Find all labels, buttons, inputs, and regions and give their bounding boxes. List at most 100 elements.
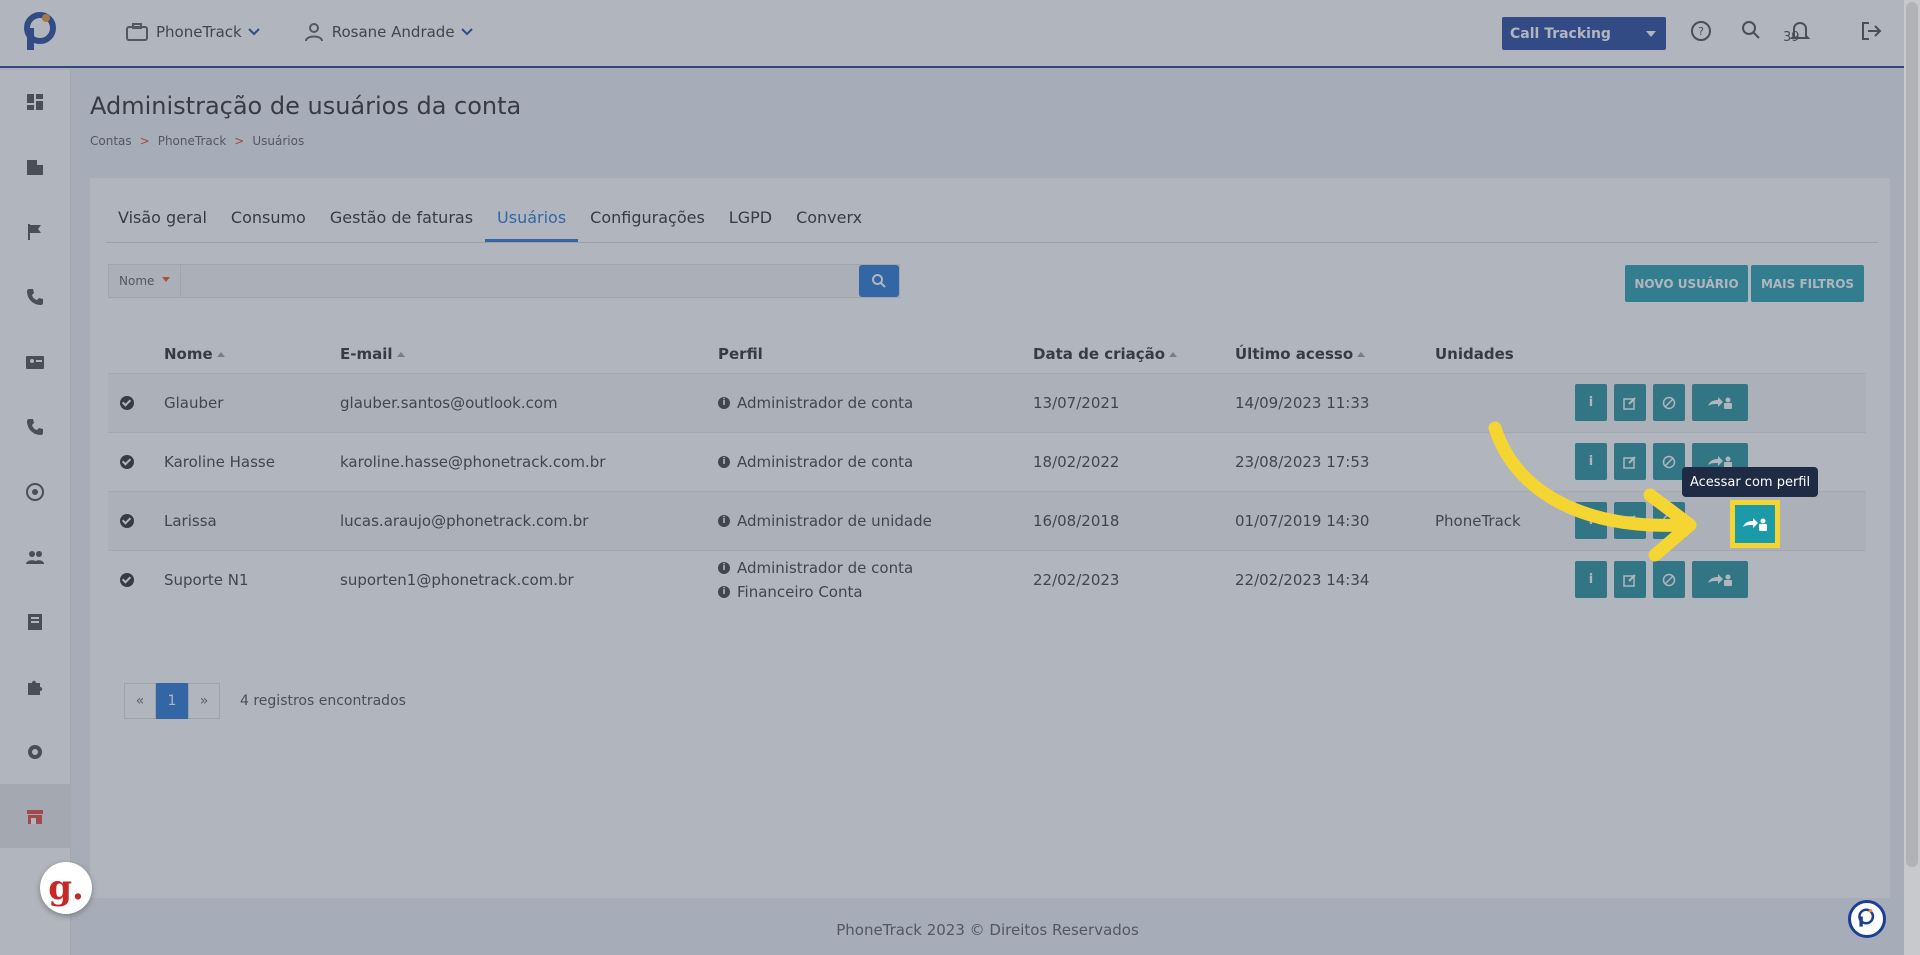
block-icon: [1662, 396, 1676, 409]
store-icon[interactable]: [25, 807, 45, 827]
column-header-perfil: Perfil: [718, 335, 1033, 373]
breadcrumb-item-phonetrack[interactable]: PhoneTrack: [158, 134, 227, 148]
profile-label: Financeiro Conta: [737, 582, 863, 601]
tabs-divider: [106, 242, 1878, 243]
tab-visao-geral[interactable]: Visão geral: [106, 200, 219, 242]
phone-icon[interactable]: [25, 287, 45, 307]
user-name: Suporte N1: [164, 549, 340, 609]
phonetrack-logo[interactable]: [22, 12, 58, 52]
breadcrumb-separator: >: [234, 134, 245, 148]
info-icon[interactable]: i: [718, 397, 730, 409]
flag-icon[interactable]: [25, 222, 45, 242]
info-button[interactable]: i: [1575, 384, 1607, 421]
tab-consumo[interactable]: Consumo: [219, 200, 318, 242]
new-user-button[interactable]: NOVO USUÁRIO: [1625, 265, 1748, 302]
column-header-label: Perfil: [718, 344, 763, 363]
breadcrumb-item-usuarios: Usuários: [252, 134, 305, 148]
info-icon[interactable]: i: [718, 562, 730, 575]
search-icon: [872, 274, 886, 288]
user-name: Karoline Hasse: [164, 431, 340, 491]
scrollbar-thumb[interactable]: [1906, 2, 1918, 867]
gear-icon[interactable]: [25, 742, 45, 762]
contact-card-icon[interactable]: [25, 352, 45, 372]
user-profile: i Administrador de conta i Financeiro Cont…: [718, 549, 1033, 609]
user-last-access: 01/07/2019 14:30: [1235, 490, 1435, 550]
caret-down-icon: [162, 277, 170, 282]
help-icon[interactable]: ?: [1690, 20, 1712, 42]
active-check-icon: [120, 455, 134, 469]
user-name: Glauber: [164, 372, 340, 432]
edit-button[interactable]: [1614, 384, 1646, 421]
svg-text:?: ?: [1698, 25, 1704, 38]
edit-icon: [1623, 396, 1636, 410]
profile-label: Administrador de unidade: [737, 511, 932, 530]
breadcrumb-item-contas[interactable]: Contas: [90, 134, 132, 148]
briefcase-icon: [126, 23, 148, 41]
guide-launcher-icon[interactable]: g.: [40, 862, 92, 914]
users-icon[interactable]: [25, 547, 45, 567]
edit-icon: [1623, 574, 1636, 587]
tab-converx[interactable]: Converx: [784, 200, 874, 242]
profile-label: Administrador de conta: [737, 393, 914, 412]
account-menu[interactable]: PhoneTrack: [126, 23, 268, 41]
tab-lgpd[interactable]: LGPD: [717, 200, 784, 242]
column-header-label: E-mail: [340, 344, 393, 363]
pagination-prev[interactable]: «: [124, 683, 156, 719]
user-last-access: 23/08/2023 17:53: [1235, 431, 1435, 491]
speed-icon[interactable]: [25, 482, 45, 502]
search-bar: Nome: [108, 264, 900, 298]
chat-logo-icon[interactable]: [1848, 900, 1886, 938]
user-menu[interactable]: Rosane Andrade: [304, 22, 481, 42]
building-icon[interactable]: [25, 157, 45, 177]
notification-count: 39: [1783, 30, 1800, 45]
tab-usuarios[interactable]: Usuários: [485, 200, 579, 242]
user-name: Larissa: [164, 490, 340, 550]
search-button[interactable]: [859, 265, 899, 297]
tab-gestao-faturas[interactable]: Gestão de faturas: [318, 200, 485, 242]
puzzle-icon[interactable]: [25, 677, 45, 697]
column-header-email[interactable]: E-mail: [340, 335, 718, 373]
tab-configuracoes[interactable]: Configurações: [578, 200, 717, 242]
info-icon: i: [1588, 572, 1594, 588]
search-filter-select[interactable]: Nome: [109, 265, 181, 297]
info-icon[interactable]: i: [718, 456, 730, 468]
profile-label: Administrador de conta: [737, 558, 914, 577]
column-header-data-criacao[interactable]: Data de criação: [1033, 335, 1235, 373]
dashboard-icon[interactable]: [25, 92, 45, 112]
caret-down-icon: [1646, 31, 1656, 37]
user-last-access: 22/02/2023 14:34: [1235, 549, 1435, 609]
pagination-page[interactable]: 1: [156, 683, 188, 719]
info-icon[interactable]: i: [718, 515, 730, 527]
pagination: « 1 » 4 registros encontrados: [124, 683, 406, 719]
sort-arrow-icon: [1357, 351, 1366, 357]
chevron-down-icon: [248, 28, 260, 36]
search-icon[interactable]: [1741, 20, 1761, 40]
more-filters-button[interactable]: MAIS FILTROS: [1751, 265, 1864, 302]
user-profile: i Administrador de conta: [718, 431, 1033, 491]
block-button[interactable]: [1653, 384, 1685, 421]
user-created: 22/02/2023: [1033, 549, 1235, 609]
phone-icon[interactable]: [25, 417, 45, 437]
block-icon: [1662, 573, 1676, 586]
account-menu-label: PhoneTrack: [156, 23, 242, 41]
user-menu-label: Rosane Andrade: [331, 23, 455, 41]
book-icon[interactable]: [25, 612, 45, 632]
column-header-nome[interactable]: Nome: [164, 335, 340, 373]
product-select[interactable]: Call Tracking: [1502, 17, 1666, 50]
pagination-next[interactable]: »: [188, 683, 220, 719]
column-header-label: Último acesso: [1235, 344, 1354, 363]
column-header-ultimo-acesso[interactable]: Último acesso: [1235, 335, 1435, 373]
sort-arrow-icon: [396, 351, 405, 357]
user-email: glauber.santos@outlook.com: [340, 372, 718, 432]
access-as-profile-button-highlighted[interactable]: [1730, 500, 1780, 548]
info-icon[interactable]: i: [718, 586, 730, 599]
breadcrumb: Contas > PhoneTrack > Usuários: [90, 134, 304, 148]
logout-icon[interactable]: [1860, 20, 1882, 42]
breadcrumb-separator: >: [139, 134, 150, 148]
user-profile: i Administrador de unidade: [718, 490, 1033, 550]
search-input[interactable]: [181, 265, 899, 297]
user-last-access: 14/09/2023 11:33: [1235, 372, 1435, 432]
sidebar: [0, 70, 71, 955]
user-profile: i Administrador de conta: [718, 372, 1033, 432]
access-as-profile-button[interactable]: [1692, 384, 1748, 421]
